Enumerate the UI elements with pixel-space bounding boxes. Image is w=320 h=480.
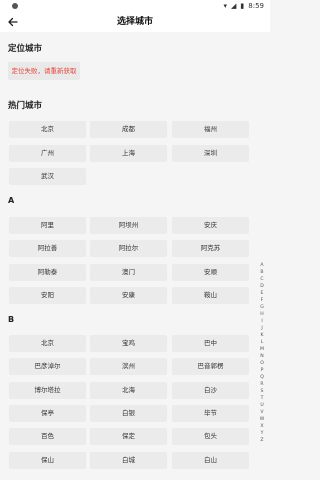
city-button[interactable]: 安庆 [172, 217, 249, 234]
battery-icon: ▮ [240, 2, 245, 10]
index-letter[interactable]: S [261, 390, 264, 395]
index-letter[interactable]: W [260, 418, 265, 423]
located-city-title: 定位城市 [8, 44, 43, 54]
index-letter[interactable]: K [260, 334, 263, 339]
index-letter[interactable]: O [260, 362, 264, 367]
city-button[interactable]: 宝鸡 [90, 335, 167, 352]
city-button[interactable]: 鞍山 [172, 287, 249, 304]
index-letter[interactable]: D [260, 284, 264, 290]
city-button[interactable]: 安阳 [9, 287, 86, 304]
signal-icon: ◢ [231, 2, 237, 10]
city-button[interactable]: 安顺 [172, 264, 249, 281]
index-letter[interactable]: T [261, 397, 264, 402]
city-button[interactable]: 白城 [90, 452, 167, 469]
city-button[interactable]: 百色 [9, 428, 86, 445]
index-letter[interactable]: F [261, 298, 264, 304]
alphabet-index[interactable]: A B C D E F G H I J K L M N O P Q R S T … [257, 263, 267, 444]
city-button[interactable]: 保亭 [9, 405, 86, 422]
index-letter[interactable]: I [261, 320, 262, 325]
city-button[interactable]: 包头 [172, 428, 249, 445]
city-button[interactable]: 阿克苏 [172, 240, 249, 257]
city-button[interactable]: 阿坝州 [90, 217, 167, 234]
city-button[interactable]: 阿拉善 [9, 240, 86, 257]
index-letter[interactable]: M [260, 348, 264, 353]
index-letter[interactable]: A [260, 263, 263, 269]
city-button[interactable]: 毕节 [172, 405, 249, 422]
index-letter[interactable]: B [260, 270, 263, 276]
group-letter-b: B [8, 315, 15, 324]
index-letter[interactable]: H [260, 312, 263, 318]
city-button[interactable]: 北海 [90, 382, 167, 399]
page-title: 选择城市 [116, 17, 153, 27]
wifi-icon: ▾ [223, 2, 228, 10]
city-button[interactable]: 滨州 [90, 358, 167, 375]
header: 选择城市 [0, 12, 270, 32]
hot-city-button[interactable]: 上海 [90, 145, 167, 162]
index-letter[interactable]: P [261, 369, 264, 374]
index-letter[interactable]: V [260, 411, 263, 416]
city-button[interactable]: 白山 [172, 452, 249, 469]
city-button[interactable]: 安康 [90, 287, 167, 304]
relocate-button[interactable]: 定位失败，请重新获取 [8, 62, 80, 80]
index-letter[interactable]: R [260, 383, 263, 388]
index-letter[interactable]: Y [261, 432, 264, 437]
index-letter[interactable]: Q [260, 376, 264, 381]
index-letter[interactable]: U [260, 404, 263, 409]
city-button[interactable]: 阿里 [9, 217, 86, 234]
hot-city-button[interactable]: 广州 [9, 145, 86, 162]
status-bar: ▾ ◢ ▮ 8:59 [0, 0, 270, 12]
city-button[interactable]: 博尔塔拉 [9, 382, 86, 399]
index-letter[interactable]: N [260, 355, 263, 360]
status-time: 8:59 [248, 2, 264, 10]
index-letter[interactable]: C [260, 277, 263, 283]
index-letter[interactable]: E [261, 291, 264, 297]
city-button[interactable]: 北京 [9, 335, 86, 352]
index-letter[interactable]: X [260, 425, 263, 430]
status-icons: ▾ ◢ ▮ 8:59 [224, 0, 265, 12]
city-button[interactable]: 白沙 [172, 382, 249, 399]
hot-city-button[interactable]: 北京 [9, 121, 86, 138]
index-letter[interactable]: G [260, 305, 264, 311]
city-button[interactable]: 保山 [9, 452, 86, 469]
city-button[interactable]: 澳门 [90, 264, 167, 281]
hot-city-button[interactable]: 成都 [90, 121, 167, 138]
index-letter[interactable]: Z [260, 439, 263, 444]
city-button[interactable]: 白银 [90, 405, 167, 422]
index-letter[interactable]: L [261, 341, 264, 346]
city-button[interactable]: 巴音郭楞 [172, 358, 249, 375]
city-button[interactable]: 巴彦淖尔 [9, 358, 86, 375]
hot-city-button[interactable]: 武汉 [9, 168, 86, 185]
notification-dot-icon [12, 3, 18, 9]
city-button[interactable]: 巴中 [172, 335, 249, 352]
index-letter[interactable]: J [261, 327, 262, 332]
hot-city-button[interactable]: 深圳 [172, 145, 249, 162]
city-button[interactable]: 阿拉尔 [90, 240, 167, 257]
group-letter-a: A [8, 196, 15, 205]
city-button[interactable]: 阿勒泰 [9, 264, 86, 281]
city-button[interactable]: 保定 [90, 428, 167, 445]
hot-cities-title: 热门城市 [8, 101, 43, 111]
hot-city-button[interactable]: 福州 [172, 121, 249, 138]
